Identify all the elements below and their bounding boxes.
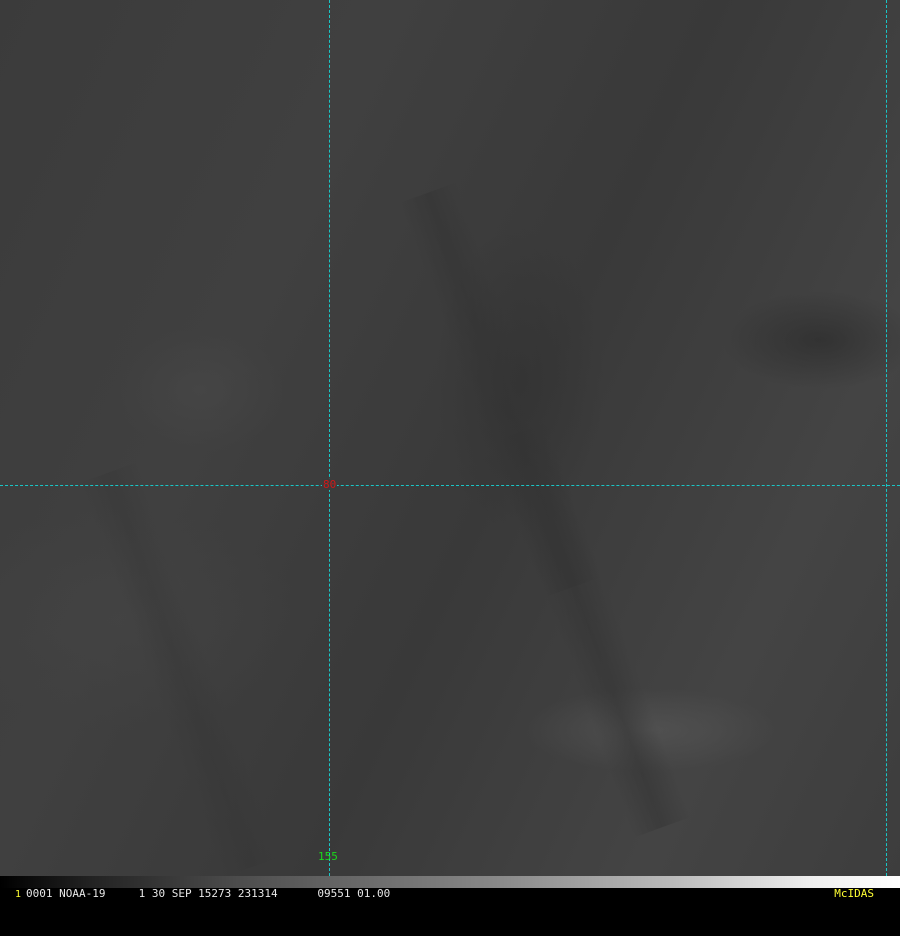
mcidas-logo: McIDAS: [834, 887, 874, 900]
longitude-gridline: [329, 0, 330, 876]
satellite-image: [0, 0, 900, 876]
image-info-bar: 1 0001 NOAA-19 1 30 SEP 15273 231314 095…: [0, 888, 900, 900]
latitude-label: 80: [322, 478, 338, 491]
longitude-label: 155: [318, 850, 338, 863]
cloud-band: [79, 462, 281, 876]
longitude-gridline: [886, 0, 887, 876]
frame-number: 1: [15, 889, 22, 900]
image-info-text: 0001 NOAA-19 1 30 SEP 15273 231314 09551…: [26, 887, 391, 900]
latitude-gridline: [0, 485, 900, 486]
